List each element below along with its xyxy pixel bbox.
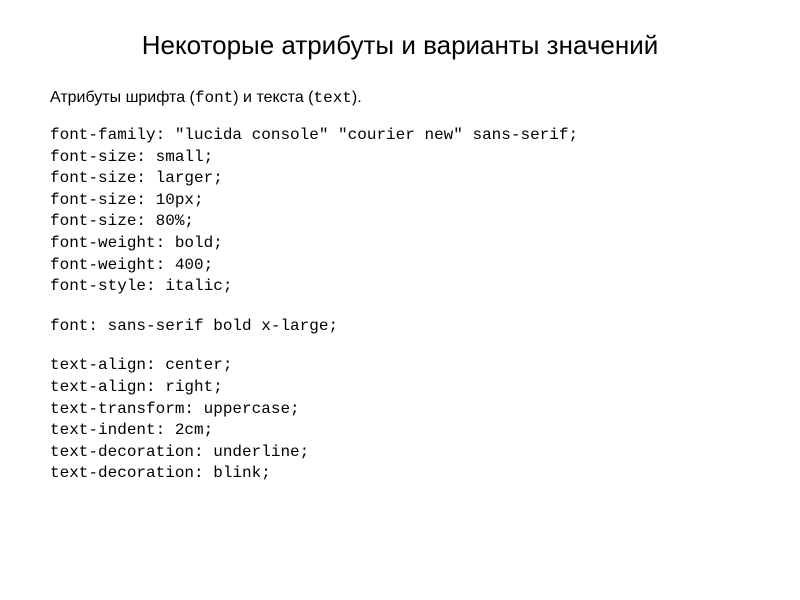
subtitle-line: Атрибуты шрифта (font) и текста (text). — [50, 89, 750, 107]
spacer — [50, 298, 750, 316]
code-block-font-shorthand: font: sans-serif bold x-large; — [50, 316, 750, 338]
subtitle-mono-text: text — [313, 89, 351, 107]
code-block-font-attributes: font-family: "lucida console" "courier n… — [50, 125, 750, 298]
subtitle-part1: Атрибуты шрифта ( — [50, 89, 195, 106]
subtitle-mono-font: font — [195, 89, 233, 107]
subtitle-part2: ) и текста ( — [233, 89, 313, 106]
page-title: Некоторые атрибуты и варианты значений — [50, 30, 750, 61]
spacer — [50, 337, 750, 355]
subtitle-part3: ). — [352, 89, 362, 106]
code-block-text-attributes: text-align: center; text-align: right; t… — [50, 355, 750, 485]
